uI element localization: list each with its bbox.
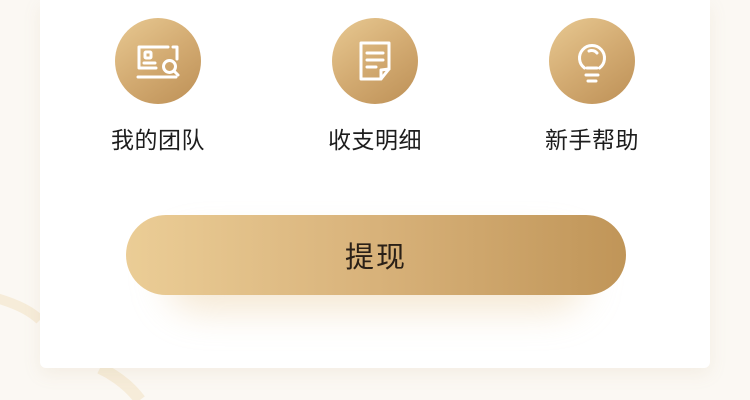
menu-item-my-team[interactable]: 我的团队 (68, 18, 248, 168)
action-card: 我的团队 收支明细 新手帮助 提现 (40, 0, 710, 368)
beginner-help-icon-badge (549, 18, 635, 104)
income-expense-icon-badge (332, 18, 418, 104)
quick-menu: 我的团队 收支明细 新手帮助 (40, 18, 710, 168)
menu-item-label: 我的团队 (111, 128, 205, 154)
document-list-icon (359, 41, 391, 81)
lightbulb-help-icon (578, 44, 606, 83)
menu-item-beginner-help[interactable]: 新手帮助 (502, 18, 682, 168)
team-id-card-search-icon (136, 45, 180, 79)
menu-item-label: 新手帮助 (545, 128, 639, 154)
withdraw-button[interactable]: 提现 (126, 215, 626, 295)
my-team-icon-badge (115, 18, 201, 104)
withdraw-button-wrapper: 提现 (126, 215, 626, 311)
menu-item-label: 收支明细 (328, 128, 422, 154)
menu-item-income-expense-detail[interactable]: 收支明细 (285, 18, 465, 168)
